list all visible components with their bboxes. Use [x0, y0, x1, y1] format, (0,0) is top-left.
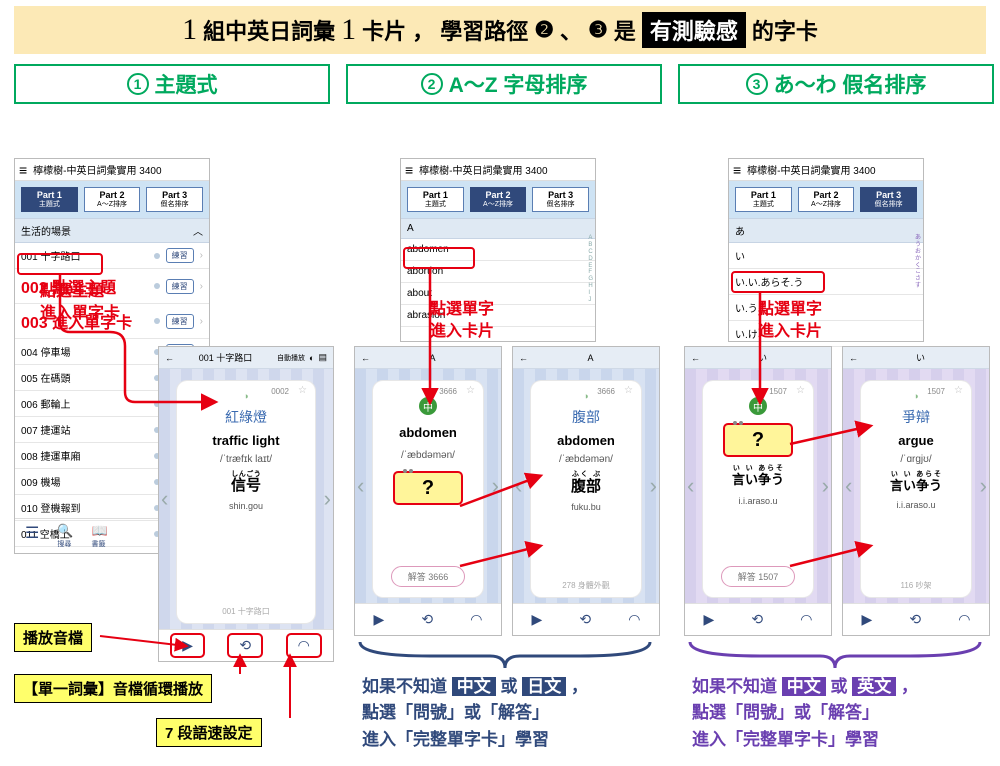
loop-button[interactable]: ⟲ [227, 633, 263, 658]
nav-book-icon[interactable]: 📖書籤 [92, 523, 108, 549]
phone-card-kana-answer: ←い ‹› 1507☆ ◑ 爭辯 argue /ˈɑrgjʊ/ 言い争うい い … [842, 346, 990, 636]
next-icon[interactable]: › [324, 486, 331, 512]
explanation-2: 如果不知道 中文 或 日文 ， 點選「問號」或「解答」進入「完整單字卡」學習 [362, 674, 588, 753]
list-item[interactable]: 003 進入單字卡練習› [15, 304, 209, 339]
star-icon[interactable]: ☆ [298, 385, 307, 396]
tab-part3[interactable]: Part 3假名排序 [532, 187, 589, 212]
emphasis-chip: 有測驗感 [642, 12, 746, 48]
collapse-icon[interactable]: ︿ [193, 223, 203, 238]
section-2-header: 2A〜Z 字母排序 [346, 64, 662, 104]
phone-card-az-answer: ←A ‹› 3666☆ ◑ 腹部 abdomen /ˈæbdəmən/ 腹部ふく… [512, 346, 660, 636]
speed-button[interactable]: ◠ [286, 633, 322, 658]
list-item[interactable]: abortion [401, 261, 595, 283]
list-item[interactable]: い [729, 243, 923, 269]
menu-icon[interactable]: ≡ [405, 163, 413, 177]
phone-card-thematic: ←001 十字路口自動播放◐▤ ‹› 0002☆ ◑ 紅綠燈 traffic l… [158, 346, 334, 662]
phone-card-kana-question: ←い ‹› 1507☆ 中 ? 言い争うい い あらそ i.i.araso.u … [684, 346, 832, 636]
tab-part2[interactable]: Part 2A〜Z排序 [470, 187, 527, 212]
tab-part1[interactable]: Part 1主題式 [21, 187, 78, 212]
tab-part1[interactable]: Part 1主題式 [407, 187, 464, 212]
nav-list-icon[interactable]: ☰ [25, 523, 39, 549]
list-item[interactable]: about [401, 283, 595, 305]
list-item[interactable]: い.い.あらそ.う [729, 269, 923, 295]
tab-part2[interactable]: Part 2A〜Z排序 [84, 187, 141, 212]
word-japanese: 信号しんごう [231, 471, 261, 495]
prev-icon[interactable]: ‹ [161, 486, 168, 512]
index-strip[interactable]: ABCDEFGHIJ [588, 235, 593, 304]
list-item[interactable]: abrasion [401, 305, 595, 327]
answer-button[interactable]: 解答 1507 [721, 566, 796, 587]
phone-list-az: ≡檸檬樹-中英日詞彙實用 3400 Part 1主題式 Part 2A〜Z排序 … [400, 158, 596, 342]
tab-part3[interactable]: Part 3假名排序 [146, 187, 203, 212]
list-item[interactable]: い.け [729, 321, 923, 347]
list-item[interactable]: abdomen [401, 239, 595, 261]
back-icon[interactable]: ← [165, 353, 174, 363]
autoplay-toggle[interactable]: ◐ [309, 353, 314, 363]
word-english: traffic light [212, 433, 279, 448]
reveal-question[interactable]: ? [723, 423, 793, 457]
answer-button[interactable]: 解答 3666 [391, 566, 466, 587]
label-loop-audio: 【單一詞彙】音檔循環播放 [14, 674, 212, 703]
section-1-header: 1主題式 [14, 64, 330, 104]
label-play-audio: 播放音檔 [14, 623, 92, 652]
explanation-3: 如果不知道 中文 或 英文 ， 點選「問號」或「解答」進入「完整單字卡」學習 [692, 674, 918, 753]
practice-button[interactable]: 練習 [166, 248, 194, 263]
play-button[interactable]: ▶ [170, 633, 205, 658]
list-item[interactable]: い.う [729, 295, 923, 321]
menu-icon[interactable]: ≡ [19, 163, 27, 177]
back-icon[interactable]: ← [361, 353, 370, 363]
list-item[interactable]: 001 十字路口練習› [15, 243, 209, 269]
phone-card-az-question: ←A ‹› 3666☆ 中 abdomen /ˈæbdəmən/ ? 解答 36… [354, 346, 502, 636]
back-icon[interactable]: ← [519, 353, 528, 363]
practice-button[interactable]: 練習 [166, 314, 194, 329]
practice-button[interactable]: 練習 [166, 279, 194, 294]
settings-icon[interactable]: ▤ [318, 352, 327, 363]
lang-badge-cn: 中 [749, 397, 767, 415]
nav-search-icon[interactable]: 🔍搜尋 [57, 523, 73, 549]
lang-badge-cn: 中 [419, 397, 437, 415]
section-3-header: 3あ〜わ 假名排序 [678, 64, 994, 104]
word-chinese: 紅綠燈 [225, 407, 267, 427]
label-speed: 7 段語速設定 [156, 718, 262, 747]
index-strip[interactable]: あうおかくこさす [915, 235, 921, 290]
title-banner: 1組中英日詞彙 1卡片 ， 學習路徑 ❷、❸ 是 有測驗感 的字卡 [14, 6, 986, 54]
phone-list-kana: ≡檸檬樹-中英日詞彙實用 3400 Part 1主題式 Part 2A〜Z排序 … [728, 158, 924, 342]
reveal-question[interactable]: ? [393, 471, 463, 505]
list-item[interactable]: 002 點選主題練習› [15, 269, 209, 304]
